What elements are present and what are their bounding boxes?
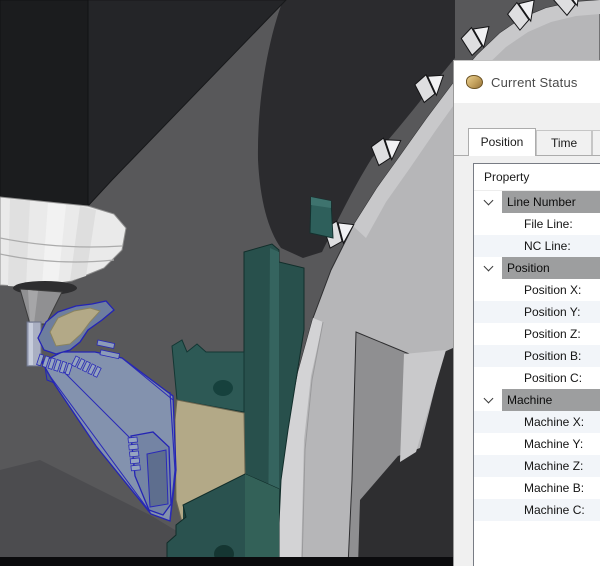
property-label: Machine C: [524,503,585,517]
panel-header: Current Status [454,61,600,103]
group-label: Machine [502,389,600,411]
property-label: NC Line: [524,239,571,253]
property-row-position-x[interactable]: Position X: [474,279,600,301]
tab-time[interactable]: Time [536,130,592,155]
chevron-down-icon[interactable] [483,195,493,205]
property-label: File Line: [524,217,573,231]
property-label: Machine Z: [524,459,583,473]
property-row-position-y[interactable]: Position Y: [474,301,600,323]
expander-gutter [474,257,502,279]
property-label: Position C: [524,371,582,385]
app-window: Current Status PositionTime Property Lin… [0,0,600,566]
chevron-down-icon[interactable] [483,261,493,271]
property-rows: Line Number File Line: NC Line: Position Pos… [474,191,600,521]
group-row-line-number[interactable]: Line Number [474,191,600,213]
property-row-nc-line[interactable]: NC Line: [474,235,600,257]
property-row-machine-b[interactable]: Machine B: [474,477,600,499]
expander-gutter [474,389,502,411]
property-column-header: Property [474,164,600,191]
property-row-machine-y[interactable]: Machine Y: [474,433,600,455]
group-label: Line Number [502,191,600,213]
property-grid: Property Line Number File Line: NC Line: Po… [473,163,600,566]
panel-title: Current Status [491,75,578,90]
group-label: Position [502,257,600,279]
property-label: Position B: [524,349,581,363]
stock-icon [466,75,483,89]
group-row-machine[interactable]: Machine [474,389,600,411]
property-row-file-line[interactable]: File Line: [474,213,600,235]
current-status-panel: Current Status PositionTime Property Lin… [453,60,600,566]
property-row-machine-c[interactable]: Machine C: [474,499,600,521]
property-label: Position X: [524,283,581,297]
property-row-machine-z[interactable]: Machine Z: [474,455,600,477]
tab-position[interactable]: Position [468,128,536,156]
property-label: Machine Y: [524,437,583,451]
viewport-bottom-bar [0,557,455,566]
chevron-down-icon[interactable] [483,393,493,403]
property-row-machine-x[interactable]: Machine X: [474,411,600,433]
property-label: Machine B: [524,481,584,495]
property-label: Machine X: [524,415,584,429]
property-row-position-b[interactable]: Position B: [474,345,600,367]
group-row-position[interactable]: Position [474,257,600,279]
expander-gutter [474,191,502,213]
tab-partial[interactable] [592,130,600,155]
property-label: Position Y: [524,305,580,319]
property-row-position-z[interactable]: Position Z: [474,323,600,345]
property-row-position-c[interactable]: Position C: [474,367,600,389]
tab-strip: PositionTime [454,127,600,156]
property-label: Position Z: [524,327,581,341]
spindle-housing-side [0,0,88,206]
